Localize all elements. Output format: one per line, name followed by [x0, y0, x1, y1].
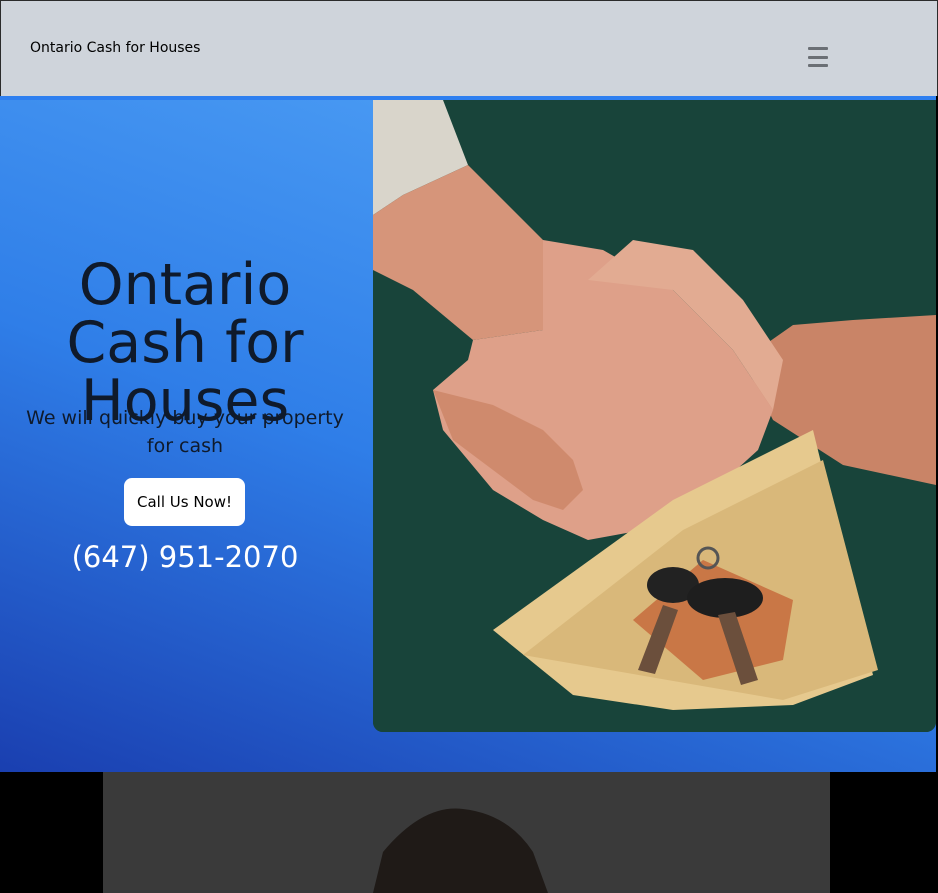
hamburger-menu-icon[interactable]: [808, 47, 832, 67]
hero-subtitle: We will quickly buy your property for ca…: [26, 407, 344, 457]
hero-text-column: Ontario Cash for Houses We will quickly …: [0, 100, 370, 772]
hero-section: Ontario Cash for Houses We will quickly …: [0, 96, 936, 772]
menu-line: [808, 47, 828, 50]
call-us-button[interactable]: Call Us Now!: [124, 478, 245, 526]
navbar: Ontario Cash for Houses: [0, 0, 938, 96]
handshake-cash-keys-photo: [373, 100, 936, 732]
handshake-illustration: [373, 100, 936, 732]
brand-name[interactable]: Ontario Cash for Houses: [30, 40, 200, 56]
menu-line: [808, 55, 828, 59]
portrait-illustration: [103, 772, 830, 893]
person-portrait-photo: [103, 772, 830, 893]
menu-line: [808, 64, 828, 67]
phone-number[interactable]: (647) 951-2070: [0, 540, 370, 574]
